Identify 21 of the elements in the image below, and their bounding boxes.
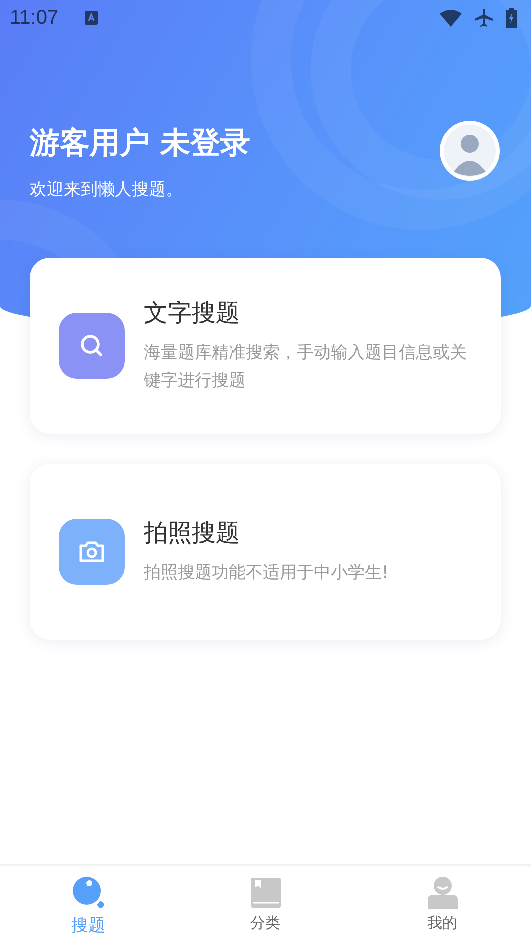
nav-tab[interactable]: 分类	[177, 866, 354, 944]
nav-tab[interactable]: 我的	[354, 866, 531, 944]
airplane-icon	[474, 8, 494, 28]
welcome-text: 欢迎来到懒人搜题。	[30, 179, 184, 201]
avatar-icon[interactable]	[439, 120, 501, 182]
card-description: 海量题库精准搜索，手动输入题目信息或关键字进行搜题	[144, 342, 468, 393]
status-time: 11:07	[10, 6, 59, 30]
wifi-icon	[440, 9, 462, 27]
person-icon	[426, 876, 460, 910]
battery-icon	[506, 8, 517, 28]
user-name-title: 游客用户 未登录	[30, 125, 252, 163]
book-icon	[248, 876, 282, 910]
camera-icon	[59, 519, 125, 585]
search-icon	[72, 876, 106, 910]
keyboard-app-icon	[84, 11, 98, 25]
card-title: 文字搜题	[144, 298, 241, 329]
card-title: 拍照搜题	[144, 518, 241, 549]
card-description: 拍照搜题功能不适用于中小学生!	[144, 562, 389, 585]
search-option-card[interactable]: 拍照搜题 拍照搜题功能不适用于中小学生!	[30, 464, 501, 640]
search-icon	[59, 313, 125, 379]
search-option-card[interactable]: 文字搜题 海量题库精准搜索，手动输入题目信息或关键字进行搜题	[30, 258, 501, 434]
